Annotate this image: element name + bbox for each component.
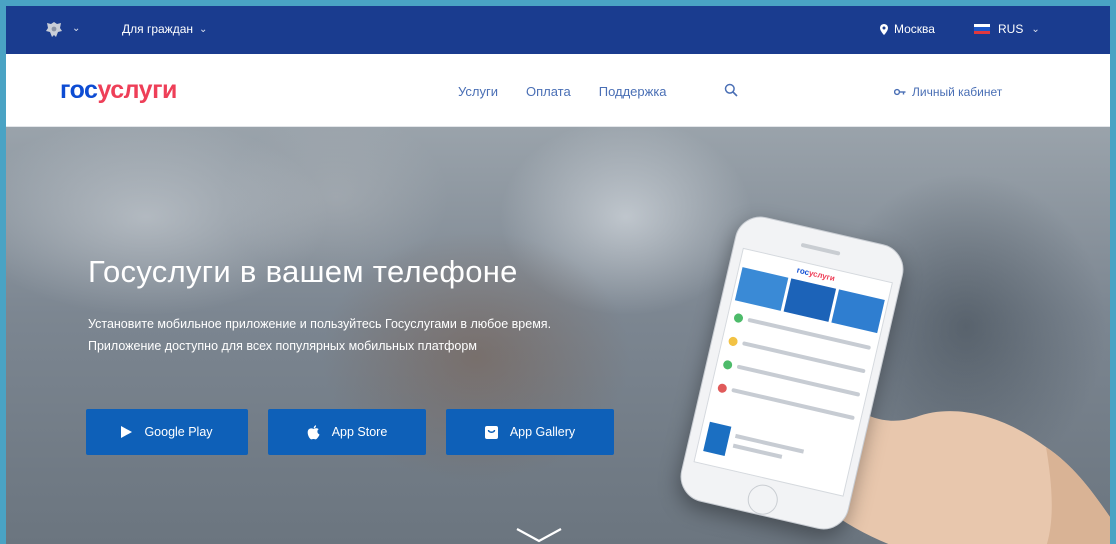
phone-home-button xyxy=(744,481,781,518)
nav-link-services[interactable]: Услуги xyxy=(458,84,498,99)
app-gallery-label: App Gallery xyxy=(509,425,576,439)
chevron-down-icon: ⌄ xyxy=(1031,23,1040,35)
phone-tile xyxy=(703,421,732,456)
personal-account-link[interactable]: Личный кабинет xyxy=(894,85,1002,99)
hero-subtitle: Установите мобильное приложение и пользу… xyxy=(88,313,668,357)
chevron-down-icon[interactable] xyxy=(514,527,564,543)
phone-logo-uslugi: услуги xyxy=(808,268,836,284)
app-gallery-icon xyxy=(484,425,498,439)
app-gallery-button[interactable]: App Gallery xyxy=(446,409,614,455)
audience-label: Для граждан xyxy=(122,22,194,36)
google-play-label: Google Play xyxy=(144,425,213,439)
key-icon xyxy=(894,88,906,96)
app-store-button[interactable]: App Store xyxy=(268,409,426,455)
city-label: Москва xyxy=(894,22,935,36)
hero-banner: Госуслуги в вашем телефоне Установите мо… xyxy=(6,127,1110,544)
play-icon xyxy=(121,426,133,438)
google-play-button[interactable]: Google Play xyxy=(86,409,248,455)
personal-account-label: Личный кабинет xyxy=(912,85,1003,99)
audience-selector[interactable]: Для граждан ⌄ xyxy=(122,22,207,36)
location-pin-icon xyxy=(880,23,888,35)
apple-icon xyxy=(307,424,320,439)
app-store-label: App Store xyxy=(331,425,388,439)
logo-part-uslugi: услуги xyxy=(97,76,177,104)
chevron-down-icon: ⌄ xyxy=(199,23,208,35)
nav-links: Услуги Оплата Поддержка xyxy=(458,84,667,99)
chevron-down-icon[interactable]: ⌄ xyxy=(72,23,80,34)
browser-viewport: ⌄ Для граждан ⌄ Москва RUS ⌄ госуслуги У… xyxy=(6,6,1110,544)
hero-title: Госуслуги в вашем телефоне xyxy=(88,254,518,289)
nav-link-support[interactable]: Поддержка xyxy=(599,84,667,99)
russian-flag-icon xyxy=(974,24,990,34)
language-label: RUS xyxy=(998,22,1024,36)
phone-speaker xyxy=(800,242,841,256)
city-selector[interactable]: Москва xyxy=(880,22,935,36)
hero-subtitle-line1: Установите мобильное приложение и пользу… xyxy=(88,317,552,331)
search-icon[interactable] xyxy=(724,83,738,97)
language-selector[interactable]: RUS ⌄ xyxy=(974,22,1040,36)
nav-link-payment[interactable]: Оплата xyxy=(526,84,571,99)
top-bar: ⌄ Для граждан ⌄ Москва RUS ⌄ xyxy=(6,6,1110,54)
main-nav: госуслуги Услуги Оплата Поддержка Личный… xyxy=(6,54,1110,127)
coat-of-arms-icon[interactable] xyxy=(44,20,64,40)
logo-part-gos: гос xyxy=(60,76,98,104)
hero-subtitle-line2: Приложение доступно для всех популярных … xyxy=(88,339,477,353)
site-logo[interactable]: госуслуги xyxy=(60,76,177,105)
